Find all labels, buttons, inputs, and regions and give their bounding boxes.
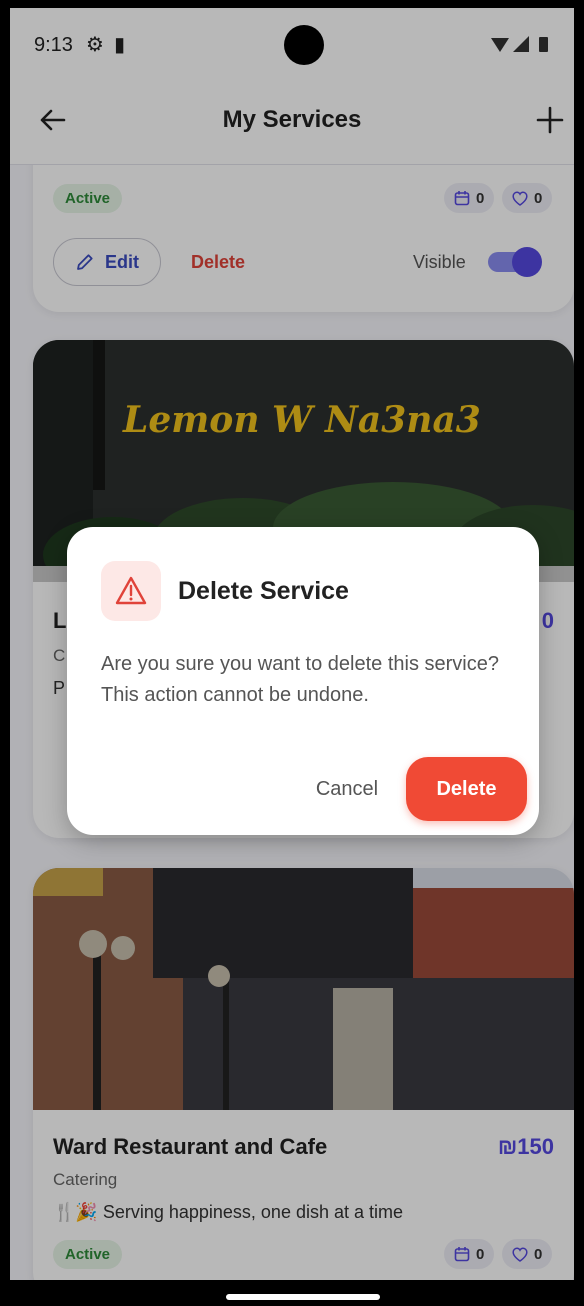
warning-icon	[115, 576, 147, 605]
screen: 9:13 ⚙ ▮ Active 0 0 Edit Delete Visible …	[10, 8, 574, 1280]
confirm-delete-button[interactable]: Delete	[406, 757, 527, 821]
cancel-button[interactable]: Cancel	[292, 757, 402, 821]
delete-dialog: Delete Service Are you sure you want to …	[67, 527, 539, 835]
dialog-message: Are you sure you want to delete this ser…	[101, 653, 499, 706]
warning-icon-container	[101, 561, 161, 621]
gesture-nav-handle[interactable]	[226, 1294, 380, 1300]
dialog-title: Delete Service	[178, 577, 349, 605]
